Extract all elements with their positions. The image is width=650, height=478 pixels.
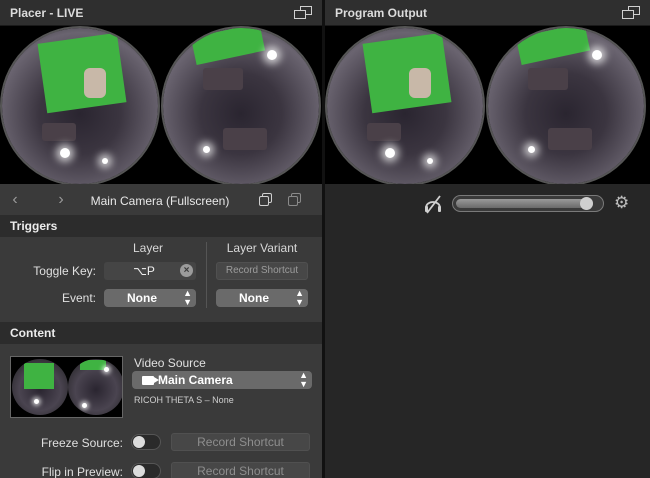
variant-record-shortcut-button[interactable]: Record Shortcut xyxy=(216,262,308,280)
layer-column-header: Layer xyxy=(132,241,164,255)
thumbnail-back-lens xyxy=(68,359,122,415)
placer-preview[interactable] xyxy=(0,26,322,184)
toggle-key-label: Toggle Key: xyxy=(33,264,96,278)
program-output-preview[interactable] xyxy=(325,26,650,184)
video-source-label: Video Source xyxy=(134,356,206,370)
freeze-source-toggle[interactable] xyxy=(131,434,161,450)
layer-navbar: ‹ › xyxy=(0,184,322,216)
fisheye-back-lens xyxy=(161,26,321,184)
camera-icon xyxy=(142,376,159,386)
video-source-thumbnail xyxy=(10,356,123,418)
settings-gear-icon[interactable]: ⚙ xyxy=(614,193,629,213)
toggle-knob xyxy=(133,436,145,448)
event-label: Event: xyxy=(61,291,96,305)
audio-volume-slider[interactable] xyxy=(452,195,604,212)
chevron-updown-icon: ▲ ▼ xyxy=(183,288,192,307)
flip-record-shortcut-button[interactable]: Record Shortcut xyxy=(171,462,310,478)
device-info: RICOH THETA S – None xyxy=(134,395,234,405)
program-output-header: Program Output xyxy=(325,0,650,26)
popout-icon[interactable] xyxy=(294,5,314,20)
toggle-key-value: ⌥P xyxy=(133,264,155,278)
program-controls: ⚙ xyxy=(325,184,650,478)
audio-volume-fill xyxy=(456,199,593,208)
variant-event-select[interactable]: None ▲ ▼ xyxy=(216,289,308,307)
thumbnail-front-lens xyxy=(12,359,68,415)
column-separator xyxy=(206,242,207,308)
app-window: Placer - LIVE Program Output ‹ › Main Ca… xyxy=(0,0,650,478)
duplicate-layer-icon[interactable] xyxy=(259,193,273,207)
content-section-header: Content xyxy=(0,322,322,344)
fisheye-back-lens xyxy=(486,26,646,184)
toggle-knob xyxy=(133,465,145,477)
fisheye-front-lens xyxy=(0,26,160,184)
next-layer-button[interactable]: › xyxy=(49,191,73,209)
chevron-updown-icon: ▲ ▼ xyxy=(299,370,308,389)
layer-settings-panel: ‹ › Main Camera (Fullscreen) Triggers La… xyxy=(0,184,322,478)
chevron-updown-icon: ▲ ▼ xyxy=(295,288,304,307)
freeze-source-label: Freeze Source: xyxy=(40,436,123,450)
audio-volume-knob[interactable] xyxy=(580,197,593,210)
placer-title: Placer - LIVE xyxy=(10,5,84,20)
event-select[interactable]: None ▲ ▼ xyxy=(104,289,196,307)
clear-shortcut-icon[interactable]: × xyxy=(180,264,193,277)
program-output-title: Program Output xyxy=(335,5,427,20)
copy-layer-icon[interactable] xyxy=(288,193,302,207)
layer-variant-column-header: Layer Variant xyxy=(226,241,298,255)
event-select-value: None xyxy=(127,291,157,305)
popout-icon[interactable] xyxy=(622,5,642,20)
freeze-record-shortcut-button[interactable]: Record Shortcut xyxy=(171,433,310,451)
audio-monitor-icon[interactable] xyxy=(424,194,442,214)
fisheye-front-lens xyxy=(325,26,485,184)
flip-preview-toggle[interactable] xyxy=(131,463,161,478)
previous-layer-button[interactable]: ‹ xyxy=(3,191,27,209)
flip-preview-label: Flip in Preview: xyxy=(41,465,123,478)
video-source-select[interactable]: Main Camera ▲ ▼ xyxy=(132,371,312,389)
variant-event-select-value: None xyxy=(239,291,269,305)
video-source-value: Main Camera xyxy=(158,373,233,387)
placer-header: Placer - LIVE xyxy=(0,0,322,26)
triggers-section-header: Triggers xyxy=(0,215,322,237)
